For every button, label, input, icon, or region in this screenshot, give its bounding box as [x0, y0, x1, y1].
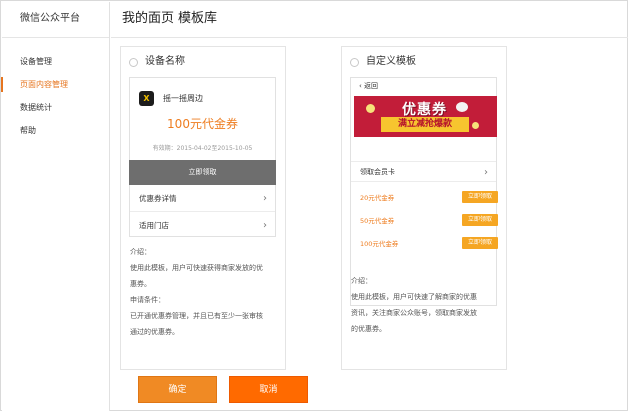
- coupon-label: 20元代金券: [360, 194, 395, 202]
- description-line: 的优惠券。: [351, 325, 386, 333]
- phone-preview: X 摇一摇周边 100元代金券 有效期：2015-04-02至2015-10-0…: [129, 77, 276, 237]
- page-title-sub: 模板库: [178, 11, 218, 26]
- description-line: 惠券。: [130, 280, 151, 288]
- confirm-button[interactable]: 确定: [138, 376, 217, 403]
- template-header-label: 自定义模板: [366, 56, 416, 67]
- description-line: 介绍：: [351, 277, 372, 285]
- banner-subtitle: 满立减抢爆款: [381, 117, 469, 132]
- chevron-right-icon: ›: [484, 167, 488, 178]
- template-header-label: 设备名称: [145, 56, 185, 67]
- chevron-right-icon: ›: [263, 193, 267, 204]
- shop-logo-icon: X: [139, 91, 154, 106]
- app-frame: 微信公众平台 设备管理 页面内容管理 数据统计 帮助 我的面页 模板库 设备名称 …: [0, 0, 628, 411]
- claim-now-button: 立即领取: [462, 237, 498, 249]
- page-title: 我的面页 模板库: [111, 2, 628, 38]
- list-item: 50元代金券 立即领取: [360, 214, 498, 228]
- description-line: 资讯，关注商家公众账号，领取商家发放: [351, 309, 477, 317]
- claim-now-button: 立即领取: [129, 160, 276, 185]
- confetti-icon: [366, 104, 375, 113]
- back-link: ‹ 返回: [351, 78, 496, 95]
- coupon-label: 50元代金券: [360, 217, 395, 225]
- template-card-custom[interactable]: 自定义模板 ‹ 返回 优惠券 满立减抢爆款 领取会员卡 › 20元代金券 立即领…: [341, 46, 507, 370]
- template-radio[interactable]: [350, 57, 359, 67]
- chevron-left-icon: ‹: [359, 82, 362, 90]
- sidebar: 微信公众平台 设备管理 页面内容管理 数据统计 帮助: [1, 2, 110, 411]
- sidebar-item-device-management[interactable]: 设备管理: [2, 50, 109, 73]
- cancel-button[interactable]: 取消: [229, 376, 308, 403]
- claim-now-button: 立即领取: [462, 214, 498, 226]
- list-item: 适用门店 ›: [130, 212, 275, 239]
- template-card-device-name[interactable]: 设备名称 X 摇一摇周边 100元代金券 有效期：2015-04-02至2015…: [120, 46, 286, 370]
- coupon-valid-period: 有效期：2015-04-02至2015-10-05: [152, 145, 253, 152]
- sidebar-item-help[interactable]: 帮助: [2, 119, 109, 142]
- list-item: 100元代金券 立即领取: [360, 237, 498, 251]
- template-header[interactable]: 设备名称: [121, 47, 285, 77]
- shop-name: 摇一摇周边: [163, 94, 203, 103]
- sidebar-item-statistics[interactable]: 数据统计: [2, 96, 109, 119]
- coupon-details-label: 优惠券详情: [139, 194, 177, 203]
- sidebar-menu: 设备管理 页面内容管理 数据统计 帮助: [1, 50, 109, 142]
- coupon-value: 100元代金券: [167, 117, 238, 131]
- template-description: 介绍： 使用此模板，用户可快速获得商家发放的优 惠券。 申请条件： 已开通优惠券…: [130, 244, 263, 340]
- description-line: 介绍：: [130, 248, 151, 256]
- phone-preview: ‹ 返回 优惠券 满立减抢爆款 领取会员卡 › 20元代金券 立即领取 50元代…: [350, 77, 498, 306]
- applicable-stores-label: 适用门店: [139, 221, 169, 230]
- list-item: 20元代金券 立即领取: [360, 191, 498, 205]
- back-label: 返回: [364, 82, 379, 90]
- template-radio[interactable]: [129, 57, 138, 67]
- promo-banner: 优惠券 满立减抢爆款: [354, 96, 497, 137]
- confetti-icon: [472, 122, 479, 129]
- description-line: 已开通优惠券管理，并且已有至少一张审核: [130, 312, 263, 320]
- coupon-label: 100元代金券: [360, 240, 399, 248]
- sidebar-item-page-content-management[interactable]: 页面内容管理: [1, 73, 109, 96]
- template-header[interactable]: 自定义模板: [342, 47, 506, 77]
- claim-now-button: 立即领取: [462, 191, 498, 203]
- member-card-label: 领取会员卡: [360, 168, 395, 176]
- template-description: 介绍： 使用此模板，用户可快速了解商家的优惠 资讯，关注商家公众账号，领取商家发…: [351, 273, 477, 337]
- description-line: 使用此模板，用户可快速获得商家发放的优: [130, 264, 263, 272]
- description-line: 使用此模板，用户可快速了解商家的优惠: [351, 293, 477, 301]
- banner-title: 优惠券: [402, 102, 447, 118]
- description-line: 申请条件：: [130, 296, 165, 304]
- list-item: 优惠券详情 ›: [130, 185, 275, 212]
- coupon-shop: X 摇一摇周边: [130, 86, 275, 111]
- chevron-right-icon: ›: [263, 220, 267, 231]
- page-title-main: 我的面页: [122, 11, 175, 26]
- main-content: 我的面页 模板库 设备名称 X 摇一摇周边 100元代金券 有效期：2015-04…: [111, 2, 628, 411]
- app-title: 微信公众平台: [2, 2, 109, 38]
- coupon-tag-icon: [456, 102, 468, 112]
- member-card-row: 领取会员卡 ›: [351, 161, 496, 182]
- description-line: 通过的优惠券。: [130, 328, 179, 336]
